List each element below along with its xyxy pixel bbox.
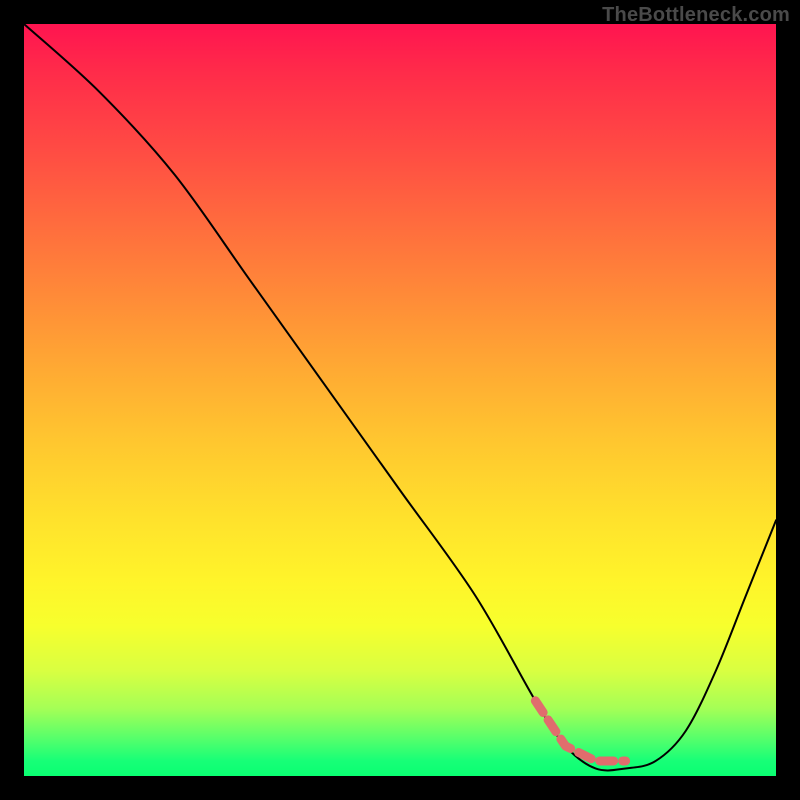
watermark-text: TheBottleneck.com: [602, 4, 790, 27]
highlight-marker-band: [535, 701, 625, 761]
bottleneck-curve-path: [24, 24, 776, 770]
chart-container: TheBottleneck.com: [0, 0, 800, 800]
gradient-plot-area: [24, 24, 776, 776]
curve-layer: [24, 24, 776, 776]
